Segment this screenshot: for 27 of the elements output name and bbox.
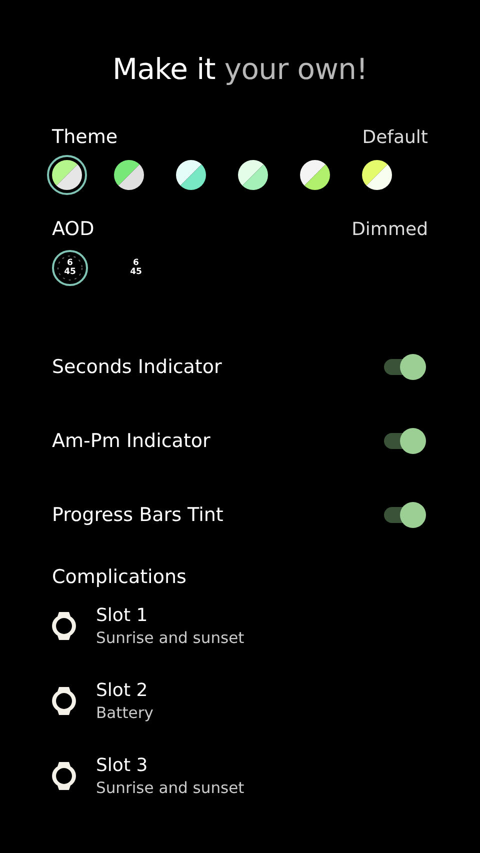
- setting-label: Progress Bars Tint: [52, 504, 224, 526]
- page-title: Make it your own!: [111, 51, 369, 86]
- complication-slot[interactable]: Slot 2 Battery: [52, 663, 428, 738]
- watch-icon: [52, 610, 76, 642]
- watch-icon: [52, 760, 76, 792]
- slot-subtitle: Sunrise and sunset: [96, 628, 244, 646]
- theme-swatch[interactable]: [47, 155, 87, 195]
- slot-subtitle: Battery: [96, 704, 154, 722]
- setting-label: Seconds Indicator: [52, 356, 222, 378]
- slot-subtitle: Sunrise and sunset: [96, 778, 244, 796]
- toggle-switch[interactable]: [382, 502, 428, 528]
- slot-title: Slot 2: [96, 680, 149, 700]
- slot-title: Slot 3: [96, 754, 149, 776]
- section-value: Default: [362, 126, 428, 148]
- complication-slot[interactable]: Slot 1 Sunrise and sunset: [52, 588, 428, 663]
- complication-slot[interactable]: Slot 3 Sunrise and sunset: [52, 738, 428, 813]
- section-label: Theme: [52, 126, 118, 148]
- aod-option[interactable]: 6 45: [52, 250, 88, 286]
- section-label: AOD: [52, 218, 94, 240]
- slot-title: Slot 1: [96, 604, 149, 626]
- section-value: Dimmed: [352, 218, 428, 240]
- toggle-switch[interactable]: [382, 428, 428, 454]
- watch-icon: [52, 684, 76, 716]
- toggle-switch[interactable]: [382, 354, 428, 380]
- section-label: Complications: [52, 566, 188, 588]
- aod-option[interactable]: 6 45: [118, 250, 154, 286]
- setting-label: Am-Pm Indicator: [52, 430, 210, 452]
